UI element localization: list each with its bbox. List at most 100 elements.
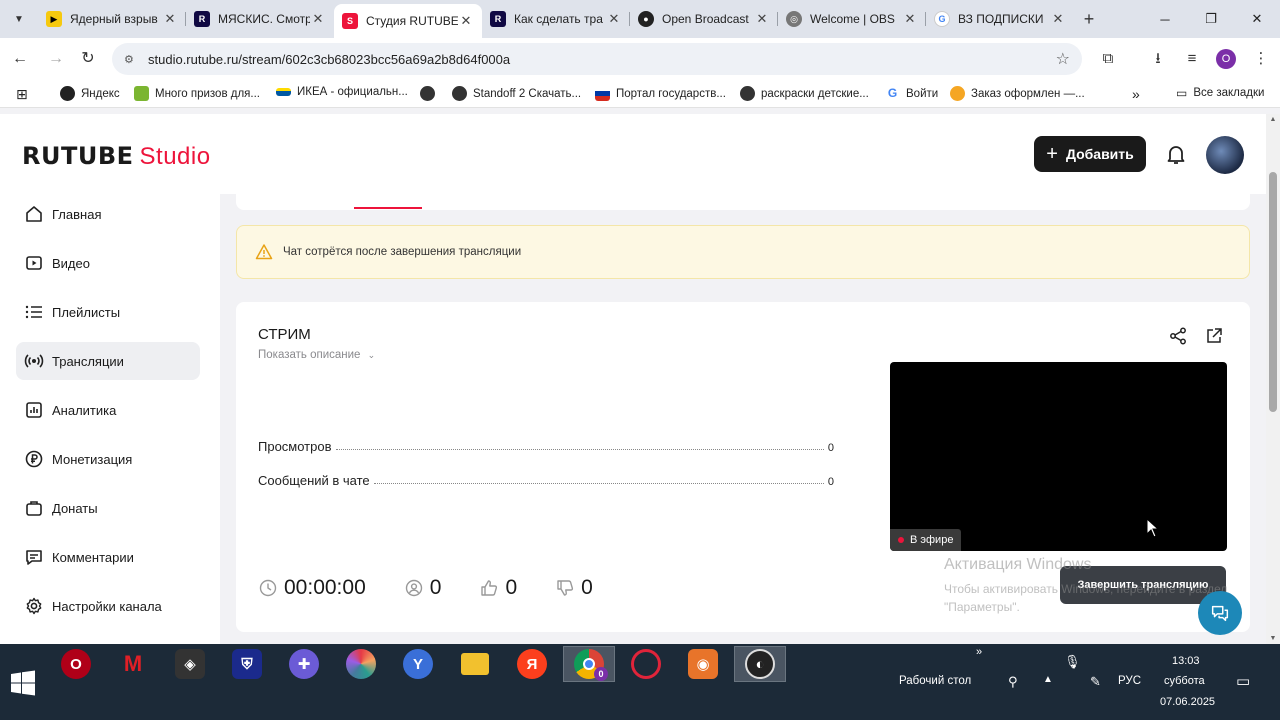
chrome-icon: 0 (574, 649, 608, 681)
desktop-toolbar-label[interactable]: Рабочий стол (899, 675, 971, 687)
sidebar-item-broadcasts[interactable]: Трансляции (16, 342, 200, 380)
user-avatar[interactable] (1206, 136, 1244, 174)
taskbar-app-m[interactable]: M (107, 646, 159, 682)
support-chat-button[interactable] (1198, 591, 1242, 635)
stream-title: СТРИМ (258, 326, 311, 343)
tray-overflow-icon[interactable]: ▲ (1043, 674, 1053, 685)
all-bookmarks[interactable]: ▭ Все закладки (1176, 86, 1264, 100)
share-icon[interactable] (1168, 326, 1188, 346)
bookmark-item[interactable]: G Войти (885, 86, 938, 101)
bookmark-item[interactable] (420, 86, 441, 101)
chevron-down-icon: ⌄ (367, 350, 376, 360)
address-bar[interactable]: ⚙ studio.rutube.ru/stream/602c3cb68023bc… (112, 43, 1082, 75)
close-tab-icon[interactable]: ✕ (902, 11, 918, 27)
end-broadcast-button[interactable]: Завершить трансляцию (1060, 566, 1226, 604)
close-tab-icon[interactable]: ✕ (310, 11, 326, 27)
media-control-icon[interactable]: ≡ (1181, 48, 1203, 70)
sidebar-item-video[interactable]: Видео (16, 244, 200, 282)
taskbar-yandex-browser[interactable]: Y (392, 646, 444, 682)
notifications-icon[interactable]: ▭ (1236, 672, 1250, 690)
minimize-icon[interactable]: ─ (1142, 0, 1188, 38)
apps-grid-icon[interactable]: ⊞ (16, 86, 28, 103)
new-tab-button[interactable]: + (1078, 8, 1100, 30)
close-tab-icon[interactable]: ✕ (1050, 11, 1066, 27)
scroll-down-icon[interactable]: ▼ (1269, 635, 1277, 642)
browser-tab[interactable]: ▶ Ядерный взрыв ✕ (38, 4, 186, 34)
stat-label: Сообщений в чате (258, 473, 370, 488)
stream-card: СТРИМ Показать описание ⌄ Просмотров 0 С… (236, 302, 1250, 632)
page-scrollbar[interactable]: ▲ ▼ (1266, 114, 1280, 644)
back-icon[interactable]: ← (8, 47, 32, 71)
bookmark-star-icon[interactable]: ☆ (1056, 49, 1070, 69)
browser-tab[interactable]: ◎ Welcome | OBS ✕ (778, 4, 926, 34)
forward-icon[interactable]: → (44, 47, 68, 71)
close-tab-icon[interactable]: ✕ (606, 11, 622, 27)
bookmark-item[interactable]: ИКЕА - официальн... (276, 86, 408, 98)
windows-start-icon[interactable] (10, 670, 36, 696)
add-button[interactable]: + Добавить (1034, 136, 1146, 172)
browser-tab[interactable]: ● Open Broadcast ✕ (630, 4, 778, 34)
clock-date[interactable]: 07.06.2025 (1160, 696, 1215, 708)
extensions-icon[interactable]: ⧉ (1097, 48, 1119, 70)
scrollbar-thumb[interactable] (1269, 172, 1277, 412)
sidebar-item-analytics[interactable]: Аналитика (16, 391, 200, 429)
restore-icon[interactable]: ❐ (1188, 0, 1234, 38)
live-dot-icon (898, 537, 904, 543)
toolbar-expand-icon[interactable]: » (976, 646, 982, 658)
language-indicator[interactable]: РУС (1118, 675, 1141, 687)
taskbar-opera[interactable]: O (620, 646, 672, 682)
taskbar-app-color[interactable] (335, 646, 387, 682)
bookmark-item[interactable]: Заказ оформлен —... (950, 86, 1085, 101)
browser-tab[interactable]: R Как сделать тра ✕ (482, 4, 630, 34)
rutube-studio-logo[interactable]: RUTUBE Studio (22, 142, 211, 171)
url-text: studio.rutube.ru/stream/602c3cb68023bcc5… (148, 51, 511, 67)
external-link-icon[interactable] (1204, 326, 1224, 346)
browser-tab-active[interactable]: S Студия RUTUBE ✕ (334, 4, 482, 38)
live-badge: В эфире (890, 529, 962, 551)
clock-day[interactable]: суббота (1164, 675, 1205, 687)
taskbar-obs[interactable]: ◐ (734, 646, 786, 682)
close-tab-icon[interactable]: ✕ (458, 13, 474, 29)
people-icon[interactable]: ⚲ (1008, 674, 1018, 690)
close-window-icon[interactable]: ✕ (1234, 0, 1280, 38)
taskbar-app-gamepad[interactable]: ✚ (278, 646, 330, 682)
sidebar-item-channel-settings[interactable]: Настройки канала (16, 587, 200, 625)
sidebar-item-monetization[interactable]: Монетизация (16, 440, 200, 478)
taskbar-chrome[interactable]: 0 (563, 646, 615, 682)
pen-icon[interactable]: ✎ (1090, 674, 1101, 690)
show-description-toggle[interactable]: Показать описание ⌄ (258, 349, 375, 361)
stream-preview-player[interactable]: В эфире (890, 362, 1227, 551)
bookmark-item[interactable]: Много призов для... (134, 86, 260, 101)
bookmark-item[interactable]: раскраски детские... (740, 86, 869, 101)
clock-icon (259, 579, 277, 597)
bookmark-item[interactable]: Портал государств... (595, 86, 726, 101)
microphone-icon[interactable]: 🎙 (1064, 654, 1081, 670)
profile-avatar[interactable]: O (1216, 49, 1236, 69)
more-bookmarks-icon[interactable]: » (1132, 86, 1140, 102)
logo-sub: Studio (139, 143, 211, 170)
browser-tab[interactable]: G ВЗ ПОДПИСКИ ✕ (926, 4, 1074, 34)
taskbar-opera-gx[interactable]: O (50, 646, 102, 682)
sidebar-item-home[interactable]: Главная (16, 195, 200, 233)
tab-search-button[interactable]: ▼ (8, 8, 30, 30)
taskbar-app-mask[interactable]: ◈ (164, 646, 216, 682)
sidebar-item-donations[interactable]: Донаты (16, 489, 200, 527)
taskbar-file-explorer[interactable] (449, 646, 501, 682)
bookmark-item[interactable]: Standoff 2 Скачать... (452, 86, 581, 101)
site-settings-icon[interactable]: ⚙ (124, 53, 140, 66)
downloads-icon[interactable]: ⭳ (1147, 48, 1169, 70)
close-tab-icon[interactable]: ✕ (162, 11, 178, 27)
bookmark-item[interactable]: Яндекс (60, 86, 120, 101)
sidebar-item-comments[interactable]: Комментарии (16, 538, 200, 576)
taskbar-app-eye[interactable]: ◉ (677, 646, 729, 682)
browser-tab[interactable]: R МЯСКИС. Смотр ✕ (186, 4, 334, 34)
menu-kebab-icon[interactable]: ⋮ (1250, 48, 1272, 70)
bell-icon[interactable] (1164, 142, 1188, 166)
taskbar-yandex[interactable]: Я (506, 646, 558, 682)
clock-time[interactable]: 13:03 (1172, 655, 1200, 667)
close-tab-icon[interactable]: ✕ (754, 11, 770, 27)
scroll-up-icon[interactable]: ▲ (1269, 116, 1277, 123)
taskbar-app-blue[interactable]: ⛨ (221, 646, 273, 682)
sidebar-item-playlists[interactable]: Плейлисты (16, 293, 200, 331)
reload-icon[interactable]: ↻ (76, 47, 100, 71)
